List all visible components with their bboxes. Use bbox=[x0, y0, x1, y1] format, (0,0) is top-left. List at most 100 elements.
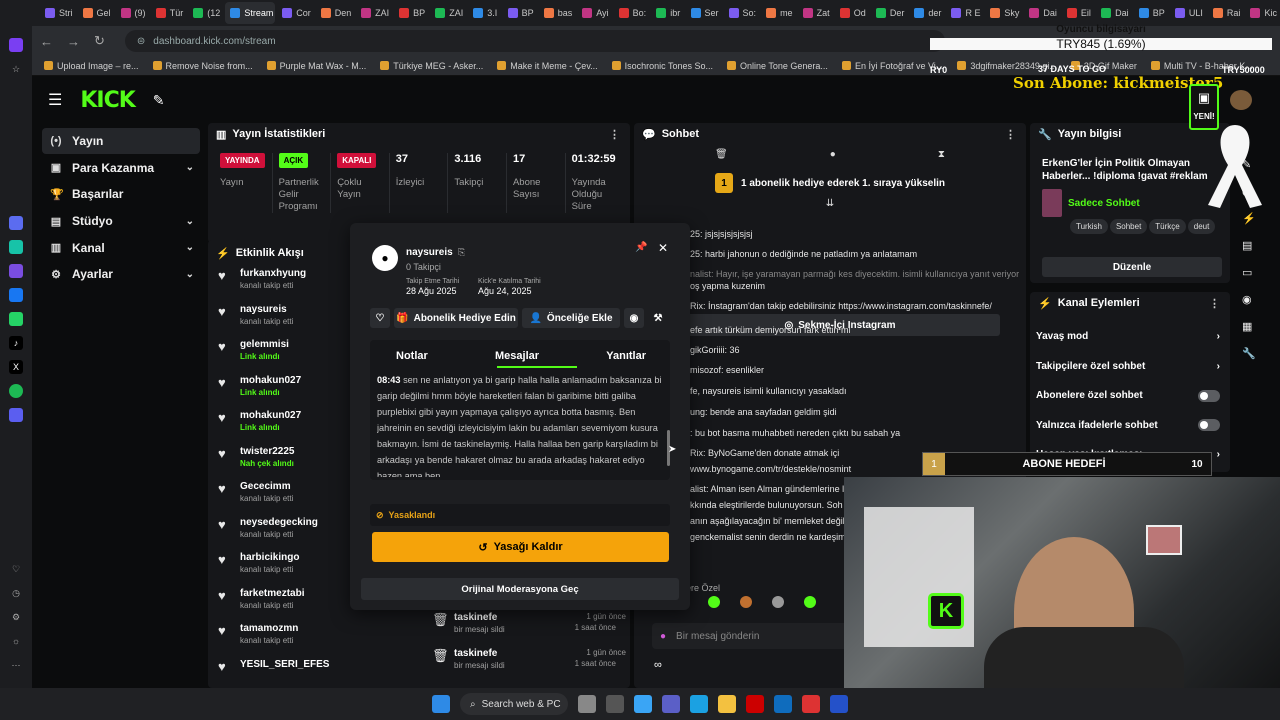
opera-icon[interactable] bbox=[746, 695, 764, 713]
browser-tab[interactable]: Zat bbox=[798, 2, 833, 24]
bookmark-item[interactable]: Isochronic Tones So... bbox=[611, 61, 713, 71]
chat-input[interactable]: ● Bir mesaj gönderin bbox=[652, 623, 872, 649]
browser-tab[interactable]: Dai bbox=[1024, 2, 1060, 24]
browser-tab[interactable]: Stream bbox=[225, 2, 276, 24]
document-icon[interactable]: ▤ bbox=[1242, 239, 1256, 252]
original-moderation-button[interactable]: Orijinal Moderasyona Geç bbox=[361, 578, 679, 600]
browser-tab[interactable]: Gel bbox=[78, 2, 114, 24]
sidebar-item[interactable]: ▥ Kanal ⌄ bbox=[42, 235, 200, 261]
menu-icon[interactable]: ☰ bbox=[48, 90, 62, 110]
heart-icon[interactable]: ♡ bbox=[9, 562, 23, 576]
kick-logo[interactable]: KICK bbox=[80, 88, 135, 113]
more-icon[interactable]: ⋯ bbox=[9, 658, 23, 672]
browser-tab[interactable]: Cor bbox=[277, 2, 313, 24]
tag-chip[interactable]: Türkçe bbox=[1149, 219, 1186, 234]
site-info-icon[interactable]: ⊜ bbox=[137, 36, 145, 47]
reload-icon[interactable]: ↻ bbox=[94, 33, 105, 49]
bookmark-item[interactable]: Remove Noise from... bbox=[152, 61, 253, 71]
app-icon[interactable] bbox=[9, 264, 23, 278]
outlook-icon[interactable] bbox=[774, 695, 792, 713]
browser-tab[interactable]: bas bbox=[539, 2, 575, 24]
task-view-icon[interactable] bbox=[606, 695, 624, 713]
emote-icon[interactable] bbox=[772, 596, 784, 608]
hourglass-icon[interactable]: ⧗ bbox=[938, 149, 945, 160]
gift-promo[interactable]: 1 1 abonelik hediye ederek 1. sıraya yük… bbox=[634, 170, 1026, 196]
browser-tab[interactable]: Der bbox=[871, 2, 907, 24]
browser-tab[interactable]: BP bbox=[1134, 2, 1168, 24]
chat-bubble-icon[interactable]: ● bbox=[830, 149, 836, 160]
tab-notlar[interactable]: Notlar bbox=[396, 350, 428, 362]
add-priority-button[interactable]: 👤 Önceliğe Ekle bbox=[522, 308, 620, 328]
browser-tab[interactable]: me bbox=[761, 2, 796, 24]
tools-icon[interactable]: ✎ bbox=[153, 92, 165, 109]
layout-icon[interactable]: ▦ bbox=[1242, 320, 1256, 333]
sidebar-item[interactable]: ⚙ Ayarlar ⌄ bbox=[42, 261, 200, 287]
teams-icon[interactable] bbox=[662, 695, 680, 713]
browser-tab[interactable]: Eil bbox=[1062, 2, 1094, 24]
forward-icon[interactable]: → bbox=[67, 34, 80, 49]
browser-tab[interactable]: BP bbox=[503, 2, 537, 24]
browser-tab[interactable]: Kic bbox=[1245, 2, 1280, 24]
ban-hammer-button[interactable]: ⚒ bbox=[648, 308, 668, 328]
browser-tab[interactable]: (12 bbox=[188, 2, 223, 24]
emoji-picker-icon[interactable]: ∞ bbox=[654, 659, 662, 671]
toggle-switch[interactable] bbox=[1198, 389, 1220, 402]
browser-tab[interactable]: Rai bbox=[1208, 2, 1244, 24]
messenger-icon[interactable] bbox=[9, 288, 23, 302]
tab-yanıtlar[interactable]: Yanıtlar bbox=[606, 350, 646, 362]
browser-tab[interactable]: ULI bbox=[1170, 2, 1206, 24]
browser-tab[interactable]: So: bbox=[724, 2, 760, 24]
tag-chip[interactable]: Sohbet bbox=[1109, 219, 1148, 234]
browser-tab[interactable]: BP bbox=[394, 2, 428, 24]
browser-tab[interactable]: Sky bbox=[985, 2, 1022, 24]
browser-tab[interactable]: Ayi bbox=[577, 2, 611, 24]
browser-tab[interactable]: Tür bbox=[151, 2, 187, 24]
app-icon[interactable] bbox=[9, 216, 23, 230]
sidebar-item[interactable]: (•) Yayın bbox=[42, 128, 200, 154]
lightning-icon[interactable]: ⚡ bbox=[1242, 212, 1256, 225]
broadcast-icon[interactable]: ◉ bbox=[1242, 293, 1256, 306]
bookmark-item[interactable]: Purple Mat Wax - M... bbox=[266, 61, 366, 71]
copilot-icon[interactable] bbox=[9, 38, 23, 52]
tips-icon[interactable]: ☼ bbox=[9, 634, 23, 648]
browser-tab[interactable]: ibr bbox=[651, 2, 683, 24]
sidebar-item[interactable]: ▣ Para Kazanma ⌄ bbox=[42, 155, 200, 181]
back-icon[interactable]: ← bbox=[40, 34, 53, 49]
microphone-icon[interactable]: ● bbox=[660, 631, 666, 642]
browser-tab[interactable]: Ser bbox=[686, 2, 722, 24]
bookmark-item[interactable]: Make it Meme - Çev... bbox=[497, 61, 598, 71]
browser-tab[interactable]: ZAI bbox=[356, 2, 392, 24]
toggle-switch[interactable] bbox=[1198, 419, 1220, 432]
browser-tab[interactable]: R E bbox=[946, 2, 983, 24]
settings-icon[interactable]: ⚙ bbox=[9, 610, 23, 624]
heart-button[interactable]: ♡ bbox=[370, 308, 390, 328]
tiktok-icon[interactable]: ♪ bbox=[9, 336, 23, 350]
edit-button[interactable]: Düzenle bbox=[1042, 257, 1222, 277]
app-icon[interactable] bbox=[9, 408, 23, 422]
emote-icon[interactable] bbox=[708, 596, 720, 608]
spotify-icon[interactable] bbox=[9, 384, 23, 398]
browser-tab[interactable]: der bbox=[909, 2, 944, 24]
browser-tab[interactable]: Dai bbox=[1096, 2, 1132, 24]
chat-icon[interactable]: ▭ bbox=[1242, 266, 1256, 279]
more-icon[interactable]: ⋮ bbox=[1209, 297, 1220, 310]
edge-icon[interactable] bbox=[690, 695, 708, 713]
browser-tab[interactable]: ZAI bbox=[430, 2, 466, 24]
app-icon[interactable] bbox=[802, 695, 820, 713]
browser-tab[interactable]: Bo: bbox=[614, 2, 650, 24]
bookmark-item[interactable]: Türkiye MEG - Asker... bbox=[380, 61, 483, 71]
wrench-icon[interactable]: 🔧 bbox=[1242, 347, 1256, 360]
channel-action-item[interactable]: Yalnızca ifadelerle sohbet bbox=[1030, 411, 1230, 441]
emote-icon[interactable] bbox=[740, 596, 752, 608]
trash-icon[interactable]: 🗑 bbox=[715, 149, 728, 160]
x-icon[interactable]: X bbox=[9, 360, 23, 374]
bookmark-item[interactable]: En İyi Fotoğraf ve Vi... bbox=[841, 61, 943, 71]
start-icon[interactable] bbox=[432, 695, 450, 713]
favorites-icon[interactable]: ☆ bbox=[9, 62, 23, 76]
tag-chip[interactable]: deut bbox=[1187, 219, 1216, 234]
url-field[interactable]: ⊜ dashboard.kick.com/stream bbox=[124, 30, 945, 52]
user-avatar[interactable] bbox=[1230, 90, 1252, 110]
channel-action-item[interactable]: Yavaş mod › bbox=[1030, 322, 1230, 352]
pin-icon[interactable]: 📌 bbox=[635, 242, 647, 253]
copilot-icon[interactable] bbox=[634, 695, 652, 713]
